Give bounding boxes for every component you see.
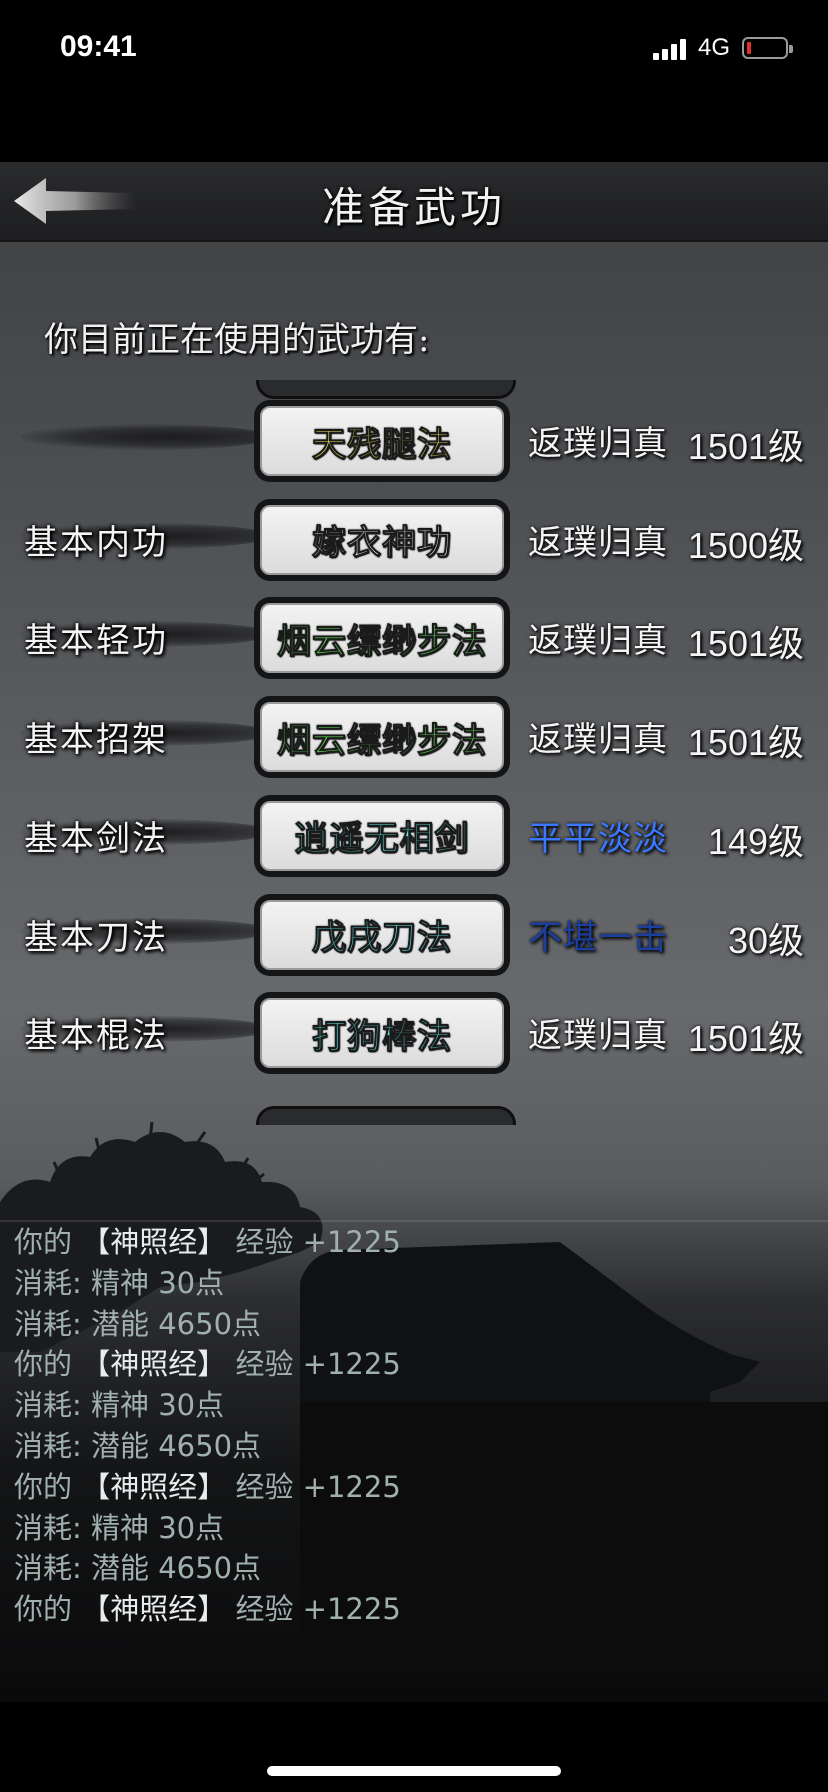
log-subject: 潜能 bbox=[91, 1428, 150, 1463]
log-subject: 潜能 bbox=[91, 1551, 150, 1586]
skill-slot-label: 基本剑法 bbox=[24, 818, 168, 859]
log-subject: 【神照经】 bbox=[81, 1592, 227, 1627]
log-prefix: 消耗: bbox=[14, 1265, 82, 1300]
skill-level: 1501级 bbox=[687, 722, 804, 764]
log-prefix: 你的 bbox=[14, 1225, 73, 1259]
skill-level-text: 返璞归真 bbox=[528, 621, 668, 662]
skill-slot-label: 基本招架 bbox=[24, 720, 168, 761]
status-time: 09:41 bbox=[60, 30, 137, 63]
skill-slot-label: 基本棍法 bbox=[24, 1016, 168, 1057]
page-title: 准备武功 bbox=[321, 183, 506, 232]
log-line: 你的 【神照经】 经验 +1225 bbox=[14, 1467, 814, 1508]
ink-stroke-decoration bbox=[20, 424, 270, 450]
skill-button[interactable]: 戊戌刀法 bbox=[254, 893, 510, 976]
status-bar: 09:41 4G bbox=[0, 0, 828, 100]
skill-level: 1501级 bbox=[687, 623, 804, 665]
skill-row: 基本棍法 打狗棒法 返璞归真 1501级 bbox=[0, 986, 828, 1076]
skill-slot-label: 基本刀法 bbox=[24, 917, 168, 958]
skill-button[interactable]: 嫁衣神功 bbox=[254, 498, 510, 581]
skill-name: 嫁衣神功 bbox=[312, 523, 452, 564]
log-prefix: 消耗: bbox=[14, 1388, 82, 1423]
log-line: 消耗: 精神 30点 bbox=[14, 1263, 814, 1304]
log-value: 30点 bbox=[158, 1510, 225, 1545]
skill-button[interactable]: 天残腿法 bbox=[254, 400, 510, 482]
network-type: 4G bbox=[698, 34, 731, 61]
log-prefix: 消耗: bbox=[14, 1551, 82, 1586]
skill-row: 基本招架 烟云缥缈步法 返璞归真 1501级 bbox=[0, 690, 828, 780]
log-value: 经验 +1225 bbox=[235, 1469, 401, 1504]
log-line: 消耗: 潜能 4650点 bbox=[14, 1304, 814, 1345]
battery-icon bbox=[742, 37, 793, 59]
log-prefix: 消耗: bbox=[14, 1306, 82, 1341]
log-prefix: 你的 bbox=[14, 1592, 73, 1627]
log-prefix: 你的 bbox=[14, 1347, 73, 1382]
home-indicator[interactable] bbox=[267, 1766, 561, 1776]
skill-level-text: 平平淡淡 bbox=[528, 818, 668, 859]
log-value: 4650点 bbox=[158, 1428, 262, 1463]
log-subject: 【神照经】 bbox=[81, 1225, 227, 1259]
log-line: 你的 【神照经】 经验 +1225 bbox=[14, 1344, 814, 1385]
skill-row: 基本内功 嫁衣神功 返璞归真 1500级 bbox=[0, 493, 828, 583]
skill-level: 149级 bbox=[707, 820, 804, 862]
skill-name: 烟云缥缈步法 bbox=[277, 720, 487, 761]
skill-level-text: 返璞归真 bbox=[528, 424, 668, 464]
skill-button[interactable]: 打狗棒法 bbox=[254, 992, 510, 1075]
skill-level-text: 不堪一击 bbox=[528, 917, 668, 958]
skill-level: 1501级 bbox=[687, 1018, 804, 1060]
log-subject: 【神照经】 bbox=[81, 1347, 227, 1382]
log-value: 4650点 bbox=[158, 1306, 262, 1341]
game-screen: 准备武功 你目前正在使用的武功有: 天残腿法 返璞归真 1501级 基本内功 嫁衣神功返… bbox=[0, 162, 828, 1702]
skill-level-text: 返璞归真 bbox=[528, 1016, 668, 1057]
header-bar: 准备武功 bbox=[0, 162, 828, 242]
skill-row: 基本刀法 戊戌刀法 不堪一击 30级 bbox=[0, 888, 828, 978]
log-line: 消耗: 潜能 4650点 bbox=[14, 1426, 814, 1467]
skill-level: 1501级 bbox=[687, 426, 804, 467]
skill-name: 打狗棒法 bbox=[312, 1016, 452, 1057]
log-prefix: 消耗: bbox=[14, 1428, 82, 1463]
skill-row: 天残腿法 返璞归真 1501级 bbox=[0, 394, 828, 484]
log-line: 消耗: 精神 30点 bbox=[14, 1508, 814, 1549]
message-log: 你的 【神照经】 经验 +1225 消耗: 精神 30点 消耗: 潜能 4650点你… bbox=[14, 1222, 814, 1630]
skill-name: 天残腿法 bbox=[312, 424, 452, 465]
signal-icon bbox=[653, 38, 689, 60]
skill-level: 1500级 bbox=[687, 524, 804, 566]
log-line: 消耗: 潜能 4650点 bbox=[14, 1548, 814, 1589]
log-value: 经验 +1225 bbox=[235, 1347, 401, 1382]
log-prefix: 消耗: bbox=[14, 1510, 82, 1545]
skill-level-text: 返璞归真 bbox=[528, 720, 668, 761]
log-subject: 潜能 bbox=[91, 1306, 150, 1341]
log-subject: 【神照经】 bbox=[81, 1469, 227, 1504]
log-value: 经验 +1225 bbox=[235, 1592, 401, 1627]
log-subject: 精神 bbox=[91, 1265, 150, 1300]
skill-button[interactable]: 烟云缥缈步法 bbox=[254, 597, 510, 680]
log-value: 4650点 bbox=[158, 1551, 262, 1586]
skill-slot-label: 基本轻功 bbox=[24, 621, 168, 662]
skill-slot-label: 基本内功 bbox=[24, 522, 168, 563]
section-heading: 你目前正在使用的武功有: bbox=[44, 320, 430, 360]
skill-name: 逍遥无相剑 bbox=[294, 819, 470, 860]
skill-row: 基本轻功 烟云缥缈步法 返璞归真 1501级 bbox=[0, 591, 828, 681]
log-subject: 精神 bbox=[91, 1388, 150, 1423]
log-value: 30点 bbox=[158, 1388, 225, 1423]
log-prefix: 你的 bbox=[14, 1469, 73, 1504]
log-line: 你的 【神照经】 经验 +1225 bbox=[14, 1589, 814, 1630]
skill-level-text: 返璞归真 bbox=[528, 522, 668, 563]
log-subject: 精神 bbox=[91, 1510, 150, 1545]
battery-level bbox=[747, 42, 751, 54]
skill-name: 烟云缥缈步法 bbox=[277, 621, 487, 662]
log-value: 经验 +1225 bbox=[235, 1225, 401, 1259]
skill-name: 戊戌刀法 bbox=[312, 918, 452, 959]
skill-button[interactable]: 烟云缥缈步法 bbox=[254, 696, 510, 779]
skill-button[interactable]: 逍遥无相剑 bbox=[254, 794, 510, 877]
skill-row: 基本剑法 逍遥无相剑 平平淡淡 149级 bbox=[0, 789, 828, 879]
log-value: 30点 bbox=[158, 1265, 225, 1300]
skill-level: 30级 bbox=[727, 919, 804, 961]
log-line: 消耗: 精神 30点 bbox=[14, 1385, 814, 1426]
log-line: 你的 【神照经】 经验 +1225 bbox=[14, 1222, 814, 1263]
